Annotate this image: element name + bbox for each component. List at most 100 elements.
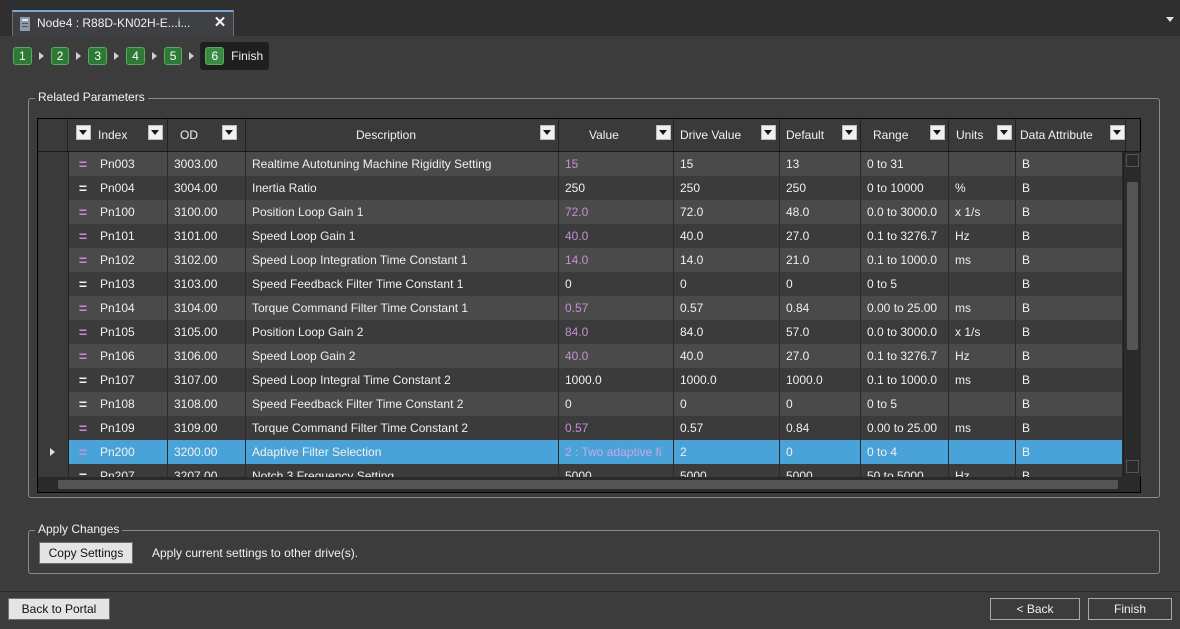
cell-value[interactable]: 0 <box>559 272 674 296</box>
equal-status-icon: = <box>78 180 88 196</box>
cell-drive-value: 0 <box>674 272 780 296</box>
cell-value[interactable]: 1000.0 <box>559 368 674 392</box>
row-header[interactable] <box>38 320 69 344</box>
filter-dropdown-icon[interactable] <box>222 125 237 140</box>
step-4-button[interactable]: 4 <box>126 47 145 65</box>
cell-drive-value: 40.0 <box>674 224 780 248</box>
row-header[interactable] <box>38 368 69 392</box>
parameters-grid[interactable]: Index OD Description Value Drive Value D… <box>37 118 1141 493</box>
step-6-button[interactable]: 6 <box>205 47 225 65</box>
cell-units: ms <box>949 368 1016 392</box>
column-description[interactable]: Description <box>246 119 559 151</box>
row-header[interactable] <box>38 248 69 272</box>
cell-value[interactable]: 0 <box>559 392 674 416</box>
table-row[interactable]: = Pn101 3101.00 Speed Loop Gain 1 40.0 40.0 27… <box>38 224 1123 248</box>
cell-default: 21.0 <box>780 248 861 272</box>
column-data-attribute[interactable]: Data Attribute <box>1016 119 1126 151</box>
horizontal-scrollbar[interactable] <box>38 477 1140 492</box>
table-row[interactable]: = Pn003 3003.00 Realtime Autotuning Machine… <box>38 152 1123 176</box>
step-arrow-icon <box>38 52 44 60</box>
column-default[interactable]: Default <box>780 119 861 151</box>
row-header[interactable] <box>38 272 69 296</box>
filter-dropdown-icon[interactable] <box>842 125 857 140</box>
step-3-button[interactable]: 3 <box>88 47 108 65</box>
column-units[interactable]: Units <box>949 119 1016 151</box>
finish-button[interactable]: Finish <box>1088 598 1172 620</box>
document-tab[interactable]: Node4 : R88D-KN02H-E...i... ✕ <box>12 10 234 36</box>
cell-data-attribute: B <box>1016 248 1123 272</box>
vertical-scrollbar[interactable] <box>1124 152 1141 477</box>
row-header[interactable] <box>38 416 69 440</box>
cell-od: 3105.00 <box>168 320 246 344</box>
column-index[interactable]: Index <box>68 119 168 151</box>
cell-value[interactable]: 14.0 <box>559 248 674 272</box>
scroll-up-icon[interactable] <box>1126 154 1139 167</box>
cell-value[interactable]: 0.57 <box>559 296 674 320</box>
step-arrow-icon <box>189 52 195 60</box>
equal-status-icon: = <box>78 372 88 388</box>
cell-value[interactable]: 15 <box>559 152 674 176</box>
cell-od: 3106.00 <box>168 344 246 368</box>
horizontal-scroll-thumb[interactable] <box>58 480 1118 489</box>
step-5-button[interactable]: 5 <box>163 47 183 65</box>
column-range[interactable]: Range <box>861 119 949 151</box>
table-row[interactable]: = Pn106 3106.00 Speed Loop Gain 2 40.0 40.0 27… <box>38 344 1123 368</box>
cell-value[interactable]: 0.57 <box>559 416 674 440</box>
current-step[interactable]: 6 Finish <box>200 42 270 70</box>
cell-value[interactable]: 250 <box>559 176 674 200</box>
table-row[interactable]: = Pn100 3100.00 Position Loop Gain 1 72.0 72.… <box>38 200 1123 224</box>
back-to-portal-button[interactable]: Back to Portal <box>8 598 110 620</box>
table-row[interactable]: = Pn105 3105.00 Position Loop Gain 2 84.0 84.… <box>38 320 1123 344</box>
row-header[interactable] <box>38 392 69 416</box>
cell-value[interactable]: 2 : Two adaptive fi <box>559 440 674 464</box>
filter-dropdown-icon[interactable] <box>656 125 671 140</box>
cell-default: 0.84 <box>780 296 861 320</box>
cell-value[interactable]: 72.0 <box>559 200 674 224</box>
filter-dropdown-icon[interactable] <box>997 125 1012 140</box>
table-row[interactable]: = Pn108 3108.00 Speed Feedback Filter Time … <box>38 392 1123 416</box>
row-header[interactable] <box>38 296 69 320</box>
cell-description: Speed Loop Integral Time Constant 2 <box>246 368 559 392</box>
cell-value[interactable]: 40.0 <box>559 344 674 368</box>
copy-settings-button[interactable]: Copy Settings <box>39 542 133 564</box>
row-header[interactable] <box>38 176 69 200</box>
cell-index: Pn107 <box>92 368 168 392</box>
filter-dropdown-icon[interactable] <box>540 125 555 140</box>
step-2-button[interactable]: 2 <box>50 47 70 65</box>
row-header[interactable] <box>38 440 69 464</box>
close-icon[interactable]: ✕ <box>211 14 229 32</box>
tab-dropdown-icon[interactable] <box>1164 14 1176 24</box>
filter-dropdown-icon[interactable] <box>761 125 776 140</box>
scroll-down-icon[interactable] <box>1126 460 1139 473</box>
table-row[interactable]: = Pn107 3107.00 Speed Loop Integral Time Co… <box>38 368 1123 392</box>
cell-value[interactable]: 40.0 <box>559 224 674 248</box>
cell-description: Position Loop Gain 2 <box>246 320 559 344</box>
cell-default: 57.0 <box>780 320 861 344</box>
step-1-button[interactable]: 1 <box>13 47 32 65</box>
row-header[interactable] <box>38 200 69 224</box>
column-value[interactable]: Value <box>559 119 674 151</box>
table-row[interactable]: = Pn103 3103.00 Speed Feedback Filter Time … <box>38 272 1123 296</box>
column-od[interactable]: OD <box>168 119 246 151</box>
cell-drive-value: 14.0 <box>674 248 780 272</box>
row-header[interactable] <box>38 224 69 248</box>
table-row[interactable]: = Pn200 3200.00 Adaptive Filter Selection 2 … <box>38 440 1123 464</box>
table-row[interactable]: = Pn104 3104.00 Torque Command Filter Time … <box>38 296 1123 320</box>
table-row[interactable]: = Pn109 3109.00 Torque Command Filter Time … <box>38 416 1123 440</box>
equal-status-icon: = <box>78 252 88 268</box>
filter-dropdown-icon[interactable] <box>148 125 163 140</box>
table-row[interactable]: = Pn102 3102.00 Speed Loop Integration Time… <box>38 248 1123 272</box>
table-row[interactable]: = Pn004 3004.00 Inertia Ratio 250 250 250 0 to … <box>38 176 1123 200</box>
back-button[interactable]: < Back <box>990 598 1080 620</box>
filter-dropdown-icon[interactable] <box>1110 125 1125 140</box>
cell-drive-value: 84.0 <box>674 320 780 344</box>
filter-dropdown-icon[interactable] <box>76 125 91 140</box>
column-drive-value[interactable]: Drive Value <box>674 119 780 151</box>
cell-od: 3104.00 <box>168 296 246 320</box>
vertical-scroll-thumb[interactable] <box>1127 182 1138 350</box>
cell-value[interactable]: 84.0 <box>559 320 674 344</box>
row-header[interactable] <box>38 344 69 368</box>
filter-dropdown-icon[interactable] <box>930 125 945 140</box>
row-header[interactable] <box>38 152 69 176</box>
cell-od: 3107.00 <box>168 368 246 392</box>
